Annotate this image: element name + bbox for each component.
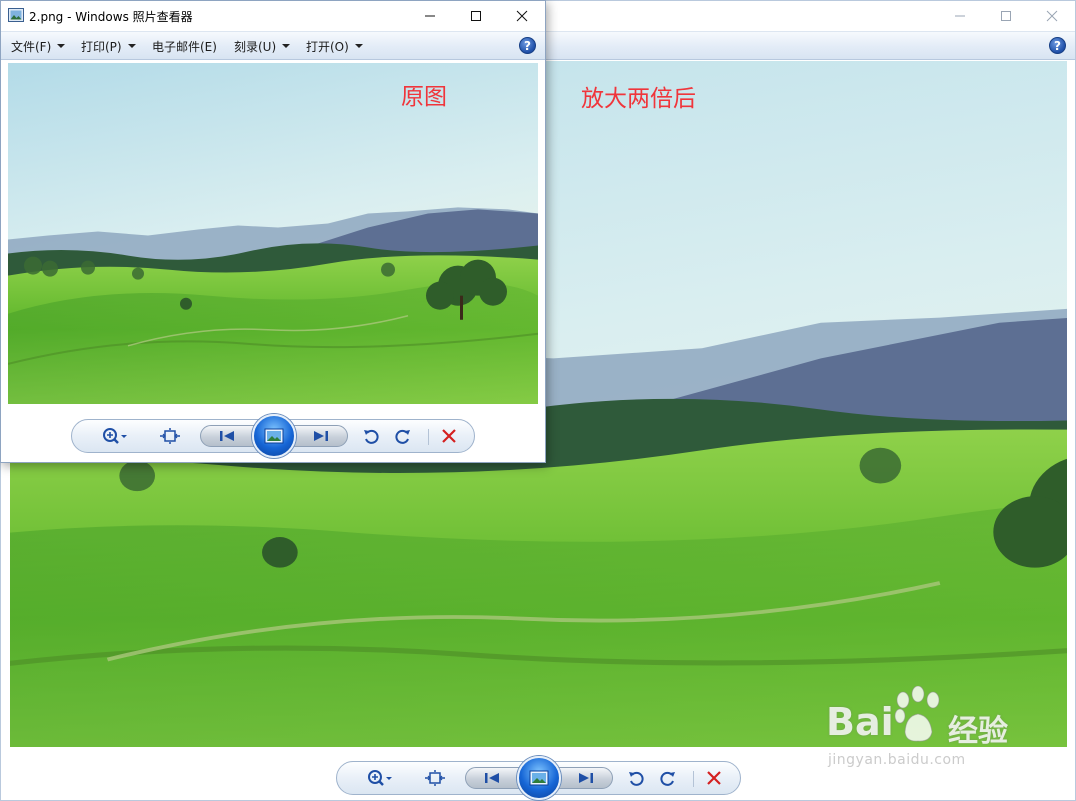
photo-viewer-app-icon [8,8,24,22]
zoom-button[interactable] [98,420,132,452]
zoom-in-icon [368,770,392,786]
photo-viewer-window-original: 2.png - Windows 照片查看器 文件(F) 打印(P) 电子邮件(E… [0,0,546,463]
help-icon[interactable]: ? [519,37,536,54]
slideshow-icon [264,428,284,444]
minimize-button[interactable] [937,1,983,31]
watermark-brand: Bai [826,700,894,744]
viewer-control-bar [336,756,741,800]
rotate-counterclockwise-button[interactable] [623,762,649,794]
rotate-counterclockwise-icon [629,771,644,786]
slideshow-icon [529,770,549,786]
menu-burn[interactable]: 刻录(U) [234,38,291,54]
chevron-down-icon [57,44,66,48]
delete-icon [442,429,456,443]
menu-email[interactable]: 电子邮件(E) [152,38,217,54]
close-button[interactable] [499,1,545,31]
close-icon [516,10,528,22]
close-icon [1046,10,1058,22]
viewer-control-bar [71,414,475,458]
fit-window-icon [160,428,180,444]
help-icon[interactable]: ? [1049,37,1066,54]
menu-bar: 文件(F) 打印(P) 电子邮件(E) 刻录(U) 打开(O) ? [1,31,545,60]
minimize-button[interactable] [407,1,453,31]
fit-window-icon [425,770,445,786]
zoom-in-icon [103,428,127,444]
watermark-url: jingyan.baidu.com [828,752,966,768]
rotate-clockwise-icon [660,771,675,786]
window-controls [407,1,545,31]
minimize-icon [425,15,435,17]
landscape-image [8,63,538,404]
menu-burn-label: 刻录(U) [234,39,277,54]
chevron-down-icon [354,44,363,48]
rotate-clockwise-button[interactable] [655,762,681,794]
fit-to-window-button[interactable] [156,420,184,452]
chevron-down-icon [282,44,291,48]
next-button[interactable] [306,420,336,452]
window-controls [937,1,1075,31]
menu-print-label: 打印(P) [81,39,122,54]
delete-icon [707,771,721,785]
previous-icon [220,431,234,441]
previous-button[interactable] [477,762,507,794]
zoomed-annotation: 放大两倍后 [581,86,696,112]
maximize-button[interactable] [983,1,1029,31]
maximize-button[interactable] [453,1,499,31]
slideshow-button[interactable] [517,756,561,800]
maximize-icon [1001,11,1011,21]
menu-file[interactable]: 文件(F) [11,38,66,54]
maximize-icon [471,11,481,21]
fit-to-window-button[interactable] [421,762,449,794]
next-button[interactable] [571,762,601,794]
watermark-brand-cn: 经验 [948,714,1008,749]
separator [693,771,694,787]
window-title: 2.png - Windows 照片查看器 [29,10,193,24]
menu-open-label: 打开(O) [306,39,349,54]
rotate-counterclockwise-icon [364,429,379,444]
slideshow-button[interactable] [252,414,296,458]
rotate-clockwise-icon [395,429,410,444]
close-button[interactable] [1029,1,1075,31]
menu-file-label: 文件(F) [11,39,52,54]
chevron-down-icon [127,44,136,48]
rotate-counterclockwise-button[interactable] [358,420,384,452]
delete-button[interactable] [436,420,462,452]
previous-icon [485,773,499,783]
rotate-clockwise-button[interactable] [390,420,416,452]
zoom-button[interactable] [363,762,397,794]
minimize-icon [955,15,965,17]
separator [428,429,429,445]
original-annotation: 原图 [401,84,447,110]
menu-print[interactable]: 打印(P) [81,38,136,54]
menu-open[interactable]: 打开(O) [306,38,363,54]
paw-icon [894,686,940,742]
title-bar: 2.png - Windows 照片查看器 [1,1,545,31]
next-icon [579,773,593,783]
previous-button[interactable] [212,420,242,452]
next-icon [314,431,328,441]
original-photo[interactable] [8,63,538,404]
menu-email-label: 电子邮件(E) [152,39,217,54]
delete-button[interactable] [701,762,727,794]
